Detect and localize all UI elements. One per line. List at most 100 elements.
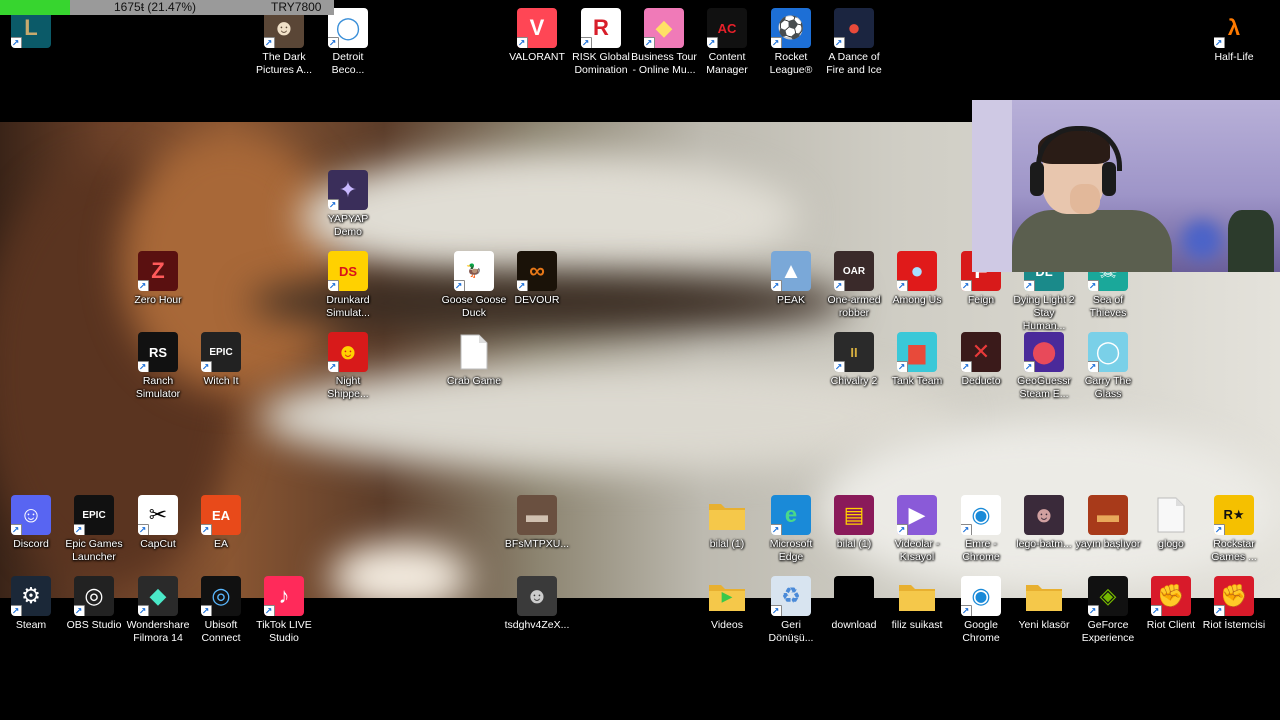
content-manager-glyph: AC [717, 20, 737, 36]
ubisoft-icon: ◎ ↗ [201, 576, 241, 616]
desktop-icon-goose[interactable]: 🦆 ↗ Goose Goose Duck [441, 251, 507, 320]
desktop-icon-emre-chrome[interactable]: ◉ ↗ Emre - Chrome [950, 495, 1012, 564]
desktop-icon-label: Content Manager [706, 51, 748, 76]
desktop-icon-capcut[interactable]: ✂ ↗ CapCut [127, 495, 189, 551]
videolar-icon: ▶ ↗ [897, 495, 937, 535]
desktop-icon-label: Detroit Beco... [331, 51, 365, 76]
desktop-icon-carry-glass[interactable]: ◯ ↗ Carry The Glass [1077, 332, 1139, 401]
shortcut-arrow-icon: ↗ [897, 524, 908, 535]
desktop-icon-rockstar[interactable]: R★ ↗ Rockstar Games ... [1203, 495, 1265, 564]
desktop-icon-peak[interactable]: ▲ ↗ PEAK [760, 251, 822, 307]
desktop-icon-glogo[interactable]: glogo [1140, 495, 1202, 551]
desktop-icon-label: glogo [1158, 538, 1184, 550]
desktop-icon-label: Crab Game [446, 375, 502, 387]
desktop-icon-ubisoft[interactable]: ◎ ↗ Ubisoft Connect [190, 576, 252, 645]
desktop-icon-drunkard[interactable]: DS ↗ Drunkard Simulat... [317, 251, 379, 320]
filmora-icon: ◆ ↗ [138, 576, 178, 616]
desktop-icon-ea[interactable]: EA ↗ EA [190, 495, 252, 551]
desktop-icon-tsdghv[interactable]: ☻ tsdghv4ZeX... [505, 576, 569, 632]
desktop-icon-valorant[interactable]: V ↗ VALORANT [506, 8, 568, 64]
desktop-icon-geoguessr[interactable]: ⬤ ↗ GeoGuessr Steam E... [1013, 332, 1075, 401]
desktop-icon-bilal-1[interactable]: bilal (1) [696, 495, 758, 551]
desktop-icon-steam[interactable]: ⚙ ↗ Steam [0, 576, 62, 632]
desktop-icon-epic-games[interactable]: EPIC ↗ Epic Games Launcher [63, 495, 125, 564]
desktop-icon-obs[interactable]: ◎ ↗ OBS Studio [63, 576, 125, 632]
desktop-icon-label: Dying Light 2 Stay Human... [1013, 294, 1075, 332]
desktop-icon-half-life[interactable]: λ ↗ Half-Life [1203, 8, 1265, 64]
bfsmtpxu-glyph: ▬ [526, 502, 548, 527]
desktop-icon-bfsmtpxu[interactable]: ▬ BFsMTPXU... [505, 495, 569, 551]
desktop-icon-detroit[interactable]: ◯ ↗ Detroit Beco... [317, 8, 379, 77]
riot-istemcisi-icon: ✊ ↗ [1214, 576, 1254, 616]
desktop-icon-zero-hour[interactable]: Z ↗ Zero Hour [127, 251, 189, 307]
yapyap-glyph: ✦ [338, 177, 358, 202]
desktop-icon-deducto[interactable]: ✕ ↗ Deducto [950, 332, 1012, 388]
videolar-glyph: ▶ [908, 502, 926, 527]
progress-text: 1675ŧ (21.47%) [114, 0, 197, 14]
desktop-icon-filmora[interactable]: ◆ ↗ Wondershare Filmora 14 [127, 576, 189, 645]
steam-icon: ⚙ ↗ [11, 576, 51, 616]
bilal-1-icon [707, 495, 747, 535]
desktop-icon-riot-istemcisi[interactable]: ✊ ↗ Riot İstemcisi [1203, 576, 1265, 632]
desktop-icon-rocket-league[interactable]: ⚽ ↗ Rocket League® [760, 8, 822, 77]
desktop-icon-bilal-rar[interactable]: ▤ bilal (1) [823, 495, 885, 551]
discord-icon: ☺ ↗ [11, 495, 51, 535]
desktop-icon-tiktok-live[interactable]: ♪ ↗ TikTok LIVE Studio [253, 576, 315, 645]
desktop-icon-yapyap[interactable]: ✦ ↗ YAPYAP Demo [317, 170, 379, 239]
desktop-icon-night-shipper[interactable]: ☻ ↗ Night Shippe... [317, 332, 379, 401]
dance-fire-ice-icon: ● ↗ [834, 8, 874, 48]
desktop-icon-videos[interactable]: ▶ Videos [696, 576, 758, 632]
recycle-bin-glyph: ♻ [781, 583, 801, 608]
desktop-icon-lego-batman[interactable]: ☻ lego-batm... [1013, 495, 1075, 551]
desktop-icon-label: Yeni klasör [1018, 619, 1070, 631]
desktop-icon-filiz-suikast[interactable]: filiz suikast [886, 576, 948, 632]
desktop-icon-witch-it[interactable]: EPIC ↗ Witch It [190, 332, 252, 388]
shortcut-arrow-icon: ↗ [771, 605, 782, 616]
capcut-icon: ✂ ↗ [138, 495, 178, 535]
shortcut-arrow-icon: ↗ [1024, 361, 1035, 372]
deducto-icon: ✕ ↗ [961, 332, 1001, 372]
shortcut-arrow-icon: ↗ [454, 280, 465, 291]
desktop-icon-label: bilal (1) [709, 538, 745, 550]
desktop-icon-discord[interactable]: ☺ ↗ Discord [0, 495, 62, 551]
tank-team-icon: ▆ ↗ [897, 332, 937, 372]
desktop-icon-tank-team[interactable]: ▆ ↗ Tank Team [886, 332, 948, 388]
desktop-icon-label: Goose Goose Duck [441, 294, 507, 319]
ea-icon: EA ↗ [201, 495, 241, 535]
desktop-icon-ranch[interactable]: RS ↗ Ranch Simulator [127, 332, 189, 401]
desktop-icon-crab-game[interactable]: Crab Game [443, 332, 505, 388]
desktop-icon-label: A Dance of Fire and Ice [826, 51, 882, 76]
lego-batman-icon: ☻ [1024, 495, 1064, 535]
desktop-icon-label: CapCut [140, 538, 176, 550]
desktop-icon-content-manager[interactable]: AC ↗ Content Manager [696, 8, 758, 77]
desktop-icon-dance-fire-ice[interactable]: ● ↗ A Dance of Fire and Ice [823, 8, 885, 77]
desktop-icon-geforce[interactable]: ◈ ↗ GeForce Experience [1077, 576, 1139, 645]
desktop-icon-dark-pictures[interactable]: ☻ ↗ The Dark Pictures A... [253, 8, 315, 77]
desktop-icon-devour[interactable]: ∞ ↗ DEVOUR [506, 251, 568, 307]
desktop-icon-label: Tank Team [891, 375, 943, 387]
desktop-icon-riot-client[interactable]: ✊ ↗ Riot Client [1140, 576, 1202, 632]
desktop-icon-download[interactable]: download [823, 576, 885, 632]
yapyap-icon: ✦ ↗ [328, 170, 368, 210]
witch-it-icon: EPIC ↗ [201, 332, 241, 372]
desktop-icon-one-armed-robber[interactable]: OAR ↗ One-armed robber [823, 251, 885, 320]
desktop-icon-label: TikTok LIVE Studio [256, 619, 312, 644]
lol-glyph: L [24, 15, 38, 40]
desktop-icon-label: bilal (1) [836, 538, 872, 550]
shortcut-arrow-icon: ↗ [201, 361, 212, 372]
desktop-icon-google-chrome[interactable]: ◉ ↗ Google Chrome [950, 576, 1012, 645]
shortcut-arrow-icon: ↗ [581, 37, 592, 48]
desktop-icon-recycle-bin[interactable]: ♻ ↗ Geri Dönüşü... [760, 576, 822, 645]
desktop-icon-yeni-klasor[interactable]: Yeni klasör [1013, 576, 1075, 632]
desktop-icon-label: Microsoft Edge [769, 538, 813, 563]
desktop-icon-yayin-basliyor[interactable]: ▬ yayın başlıyor [1076, 495, 1140, 551]
desktop-icon-business-tour[interactable]: ◆ ↗ Business Tour - Online Mu... [631, 8, 697, 77]
desktop-icon-among-us[interactable]: ● ↗ Among Us [886, 251, 948, 307]
desktop-icon-risk[interactable]: R ↗ RISK Global Domination [570, 8, 632, 77]
desktop-icon-edge[interactable]: e ↗ Microsoft Edge [760, 495, 822, 564]
shortcut-arrow-icon: ↗ [644, 37, 655, 48]
desktop-icon-label: Emre - Chrome [962, 538, 1000, 563]
desktop-icon-chivalry[interactable]: II ↗ Chivalry 2 [823, 332, 885, 388]
desktop-icon-videolar[interactable]: ▶ ↗ Videolar - Kısayol [886, 495, 948, 564]
desktop-icon-label: filiz suikast [891, 619, 943, 631]
